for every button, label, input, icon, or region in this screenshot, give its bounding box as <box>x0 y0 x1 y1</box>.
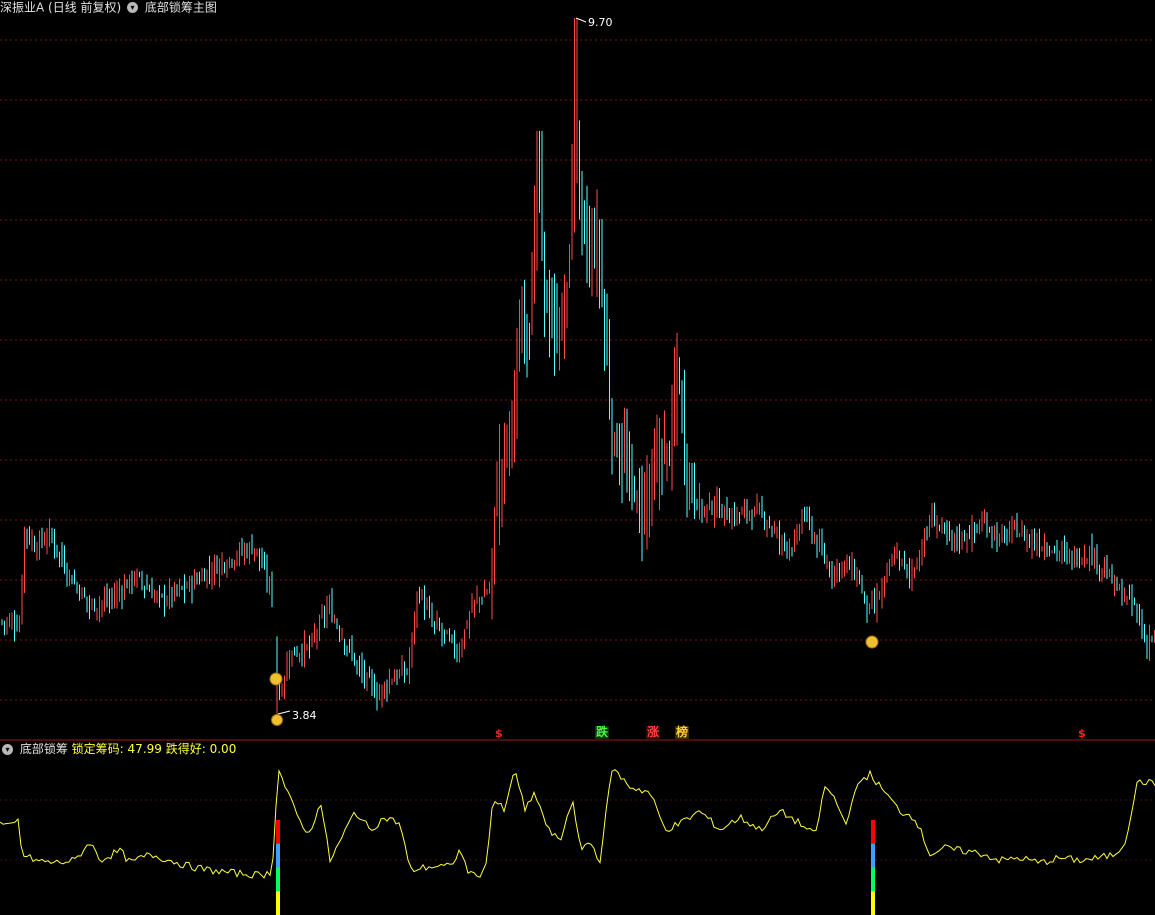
low-marker <box>277 710 291 715</box>
lock-chip-line <box>0 768 1155 879</box>
lock-value: 47.99 <box>127 742 162 756</box>
chevron-down-icon[interactable]: ▾ <box>127 2 139 13</box>
signal-bar <box>276 843 280 868</box>
tag-fall: 跌 <box>595 725 610 739</box>
lock-label: 锁定筹码: <box>71 742 124 756</box>
signal-bar <box>871 891 875 915</box>
chart-header: 深振业A (日线 前复权) ▾ 底部锁筹主图 <box>0 0 217 15</box>
chevron-down-icon[interactable]: ▾ <box>2 744 13 755</box>
signal-bar <box>276 867 280 892</box>
tag-rank: 榜 <box>675 725 690 739</box>
signal-bar <box>871 843 875 868</box>
high-price-label: 9.70 <box>588 16 613 29</box>
fall-label: 跌得好: <box>165 742 206 756</box>
candlestick-chart[interactable]: 9.70 3.84 <box>0 0 1155 915</box>
main-indicator-name[interactable]: 底部锁筹主图 <box>145 1 217 15</box>
low-price-label: 3.84 <box>292 709 317 722</box>
money-bag-icon <box>271 714 283 726</box>
sub-panel-header: ▾ 底部锁筹 锁定筹码: 47.99 跌得好: 0.00 <box>0 742 236 756</box>
signal-bar <box>871 820 875 845</box>
period-label: (日线 前复权) <box>48 0 122 15</box>
signal-s-1: $ <box>495 727 503 740</box>
signal-bar <box>276 891 280 915</box>
stock-name: 深振业A <box>0 0 45 15</box>
money-bag-icon <box>865 635 879 649</box>
tag-rise: 涨 <box>646 725 661 739</box>
signal-bar <box>276 820 280 845</box>
signal-bar <box>871 867 875 892</box>
fall-value: 0.00 <box>209 742 237 756</box>
sub-indicator-name[interactable]: 底部锁筹 <box>20 742 68 756</box>
smiley-icon <box>269 672 283 686</box>
signal-s-2: $ <box>1078 727 1086 740</box>
